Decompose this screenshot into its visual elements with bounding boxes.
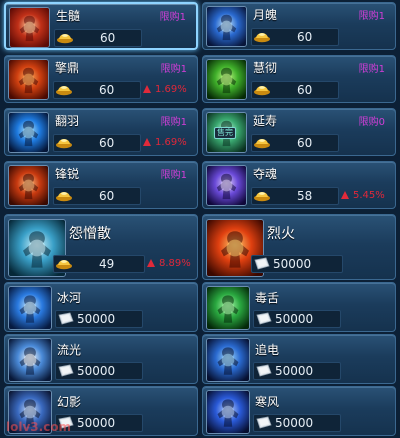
skill-name: 寒风	[255, 395, 280, 409]
skill-name: 怨憎散	[69, 226, 111, 242]
regen-body-icon	[9, 7, 50, 48]
price-value: 60	[297, 30, 313, 44]
gold-ingot-icon	[253, 136, 271, 149]
skill-card[interactable]: 售完 延寿 限购0 60	[202, 108, 396, 156]
skill-card[interactable]: 锋锐 限购1 60	[4, 161, 198, 209]
purchase-limit: 限购1	[160, 64, 187, 75]
price-value: 50000	[275, 312, 314, 326]
price-value: 58	[297, 189, 313, 203]
skill-name: 生髓	[56, 9, 81, 23]
skill-card[interactable]: 慧彻 限购1 60	[202, 55, 396, 103]
price-change: 8.89%	[147, 258, 191, 269]
gold-ingot-icon	[55, 83, 73, 96]
skill-card[interactable]: 怨憎散 49 8.89%	[4, 214, 198, 280]
gold-ingot-icon	[253, 189, 271, 202]
cold-wind-icon	[206, 390, 250, 434]
up-arrow-icon	[147, 259, 155, 267]
silver-ticket-icon	[57, 364, 75, 377]
skill-card[interactable]: 冰河 50000	[4, 282, 198, 332]
gold-ingot-icon	[253, 30, 271, 43]
silver-ticket-icon	[57, 312, 75, 325]
skill-card[interactable]: 擎鼎 限购1 60 1.69%	[4, 55, 198, 103]
silver-ticket-icon	[253, 257, 271, 270]
price-value: 50000	[77, 364, 116, 378]
fist-icon	[8, 165, 49, 206]
gold-ingot-icon	[55, 136, 73, 149]
price-value: 50000	[275, 364, 314, 378]
skill-name: 延寿	[253, 114, 278, 128]
price-value: 50000	[77, 416, 116, 430]
lift-cauldron-icon	[8, 59, 49, 100]
price-value: 50000	[77, 312, 116, 326]
gold-ingot-icon	[253, 83, 271, 96]
silver-ticket-icon	[255, 364, 273, 377]
skill-card[interactable]: 月魄 限购1 60	[202, 2, 396, 50]
purchase-limit: 限购1	[160, 117, 187, 128]
skill-name: 毒舌	[255, 291, 280, 305]
poison-swirl-icon	[206, 286, 250, 330]
skill-shop-grid: 生髓 限购1 60 月魄 限购1 60 擎鼎 限购1 60 1.69% 慧彻 限…	[0, 0, 400, 438]
purchase-limit: 限购1	[358, 64, 385, 75]
up-arrow-icon	[143, 138, 151, 146]
skill-name: 烈火	[267, 226, 295, 242]
skill-card[interactable]: 烈火 50000	[202, 214, 396, 280]
price-change-text: 1.69%	[155, 137, 187, 148]
skill-name: 幻影	[57, 395, 82, 409]
gold-ingot-icon	[55, 189, 73, 202]
soul-blade-icon	[206, 165, 247, 206]
price-value: 60	[99, 83, 115, 97]
up-arrow-icon	[143, 85, 151, 93]
skill-card[interactable]: 夺魂 58 5.45%	[202, 161, 396, 209]
skill-name: 擎鼎	[55, 61, 80, 75]
skill-name: 慧彻	[253, 61, 278, 75]
purchase-limit: 限购0	[358, 117, 385, 128]
skill-card[interactable]: 追电 50000	[202, 334, 396, 384]
skill-name: 流光	[57, 343, 82, 357]
watermark: lolv3.com	[6, 420, 72, 434]
price-value: 60	[297, 136, 313, 150]
spirit-body-icon	[206, 6, 247, 47]
price-change-text: 1.69%	[155, 84, 187, 95]
skill-card[interactable]: 生髓 限购1 60	[4, 2, 198, 50]
price-value: 50000	[275, 416, 314, 430]
silver-ticket-icon	[255, 312, 273, 325]
skill-name: 冰河	[57, 291, 82, 305]
skill-card[interactable]: 寒风 50000	[202, 386, 396, 436]
price-change: 1.69%	[143, 137, 187, 148]
price-value: 60	[297, 83, 313, 97]
gold-ingot-icon	[56, 31, 74, 44]
price-change-text: 8.89%	[159, 258, 191, 269]
up-arrow-icon	[341, 191, 349, 199]
price-change: 1.69%	[143, 84, 187, 95]
silver-ticket-icon	[255, 416, 273, 429]
skill-name: 夺魂	[253, 167, 278, 181]
price-value: 60	[99, 189, 115, 203]
purchase-limit: 限购1	[159, 12, 186, 23]
purchase-limit: 限购1	[160, 170, 187, 181]
ice-claw-icon	[8, 286, 52, 330]
lightning-chase-icon	[206, 338, 250, 382]
skill-name: 翻羽	[55, 114, 80, 128]
insight-head-icon	[206, 59, 247, 100]
price-value: 60	[100, 31, 116, 45]
price-value: 49	[99, 257, 115, 271]
sold-out-badge: 售完	[214, 127, 236, 139]
light-flow-icon	[8, 338, 52, 382]
price-value: 60	[99, 136, 115, 150]
skill-name: 追电	[255, 343, 280, 357]
skill-name: 月魄	[253, 8, 278, 22]
dash-runner-icon	[8, 112, 49, 153]
skill-card[interactable]: 翻羽 限购1 60 1.69%	[4, 108, 198, 156]
price-change-text: 5.45%	[353, 190, 385, 201]
skill-name: 锋锐	[55, 167, 80, 181]
skill-card[interactable]: 流光 50000	[4, 334, 198, 384]
purchase-limit: 限购1	[358, 11, 385, 22]
price-value: 50000	[273, 257, 312, 271]
skill-card[interactable]: 毒舌 50000	[202, 282, 396, 332]
gold-ingot-icon	[55, 257, 73, 270]
price-change: 5.45%	[341, 190, 385, 201]
